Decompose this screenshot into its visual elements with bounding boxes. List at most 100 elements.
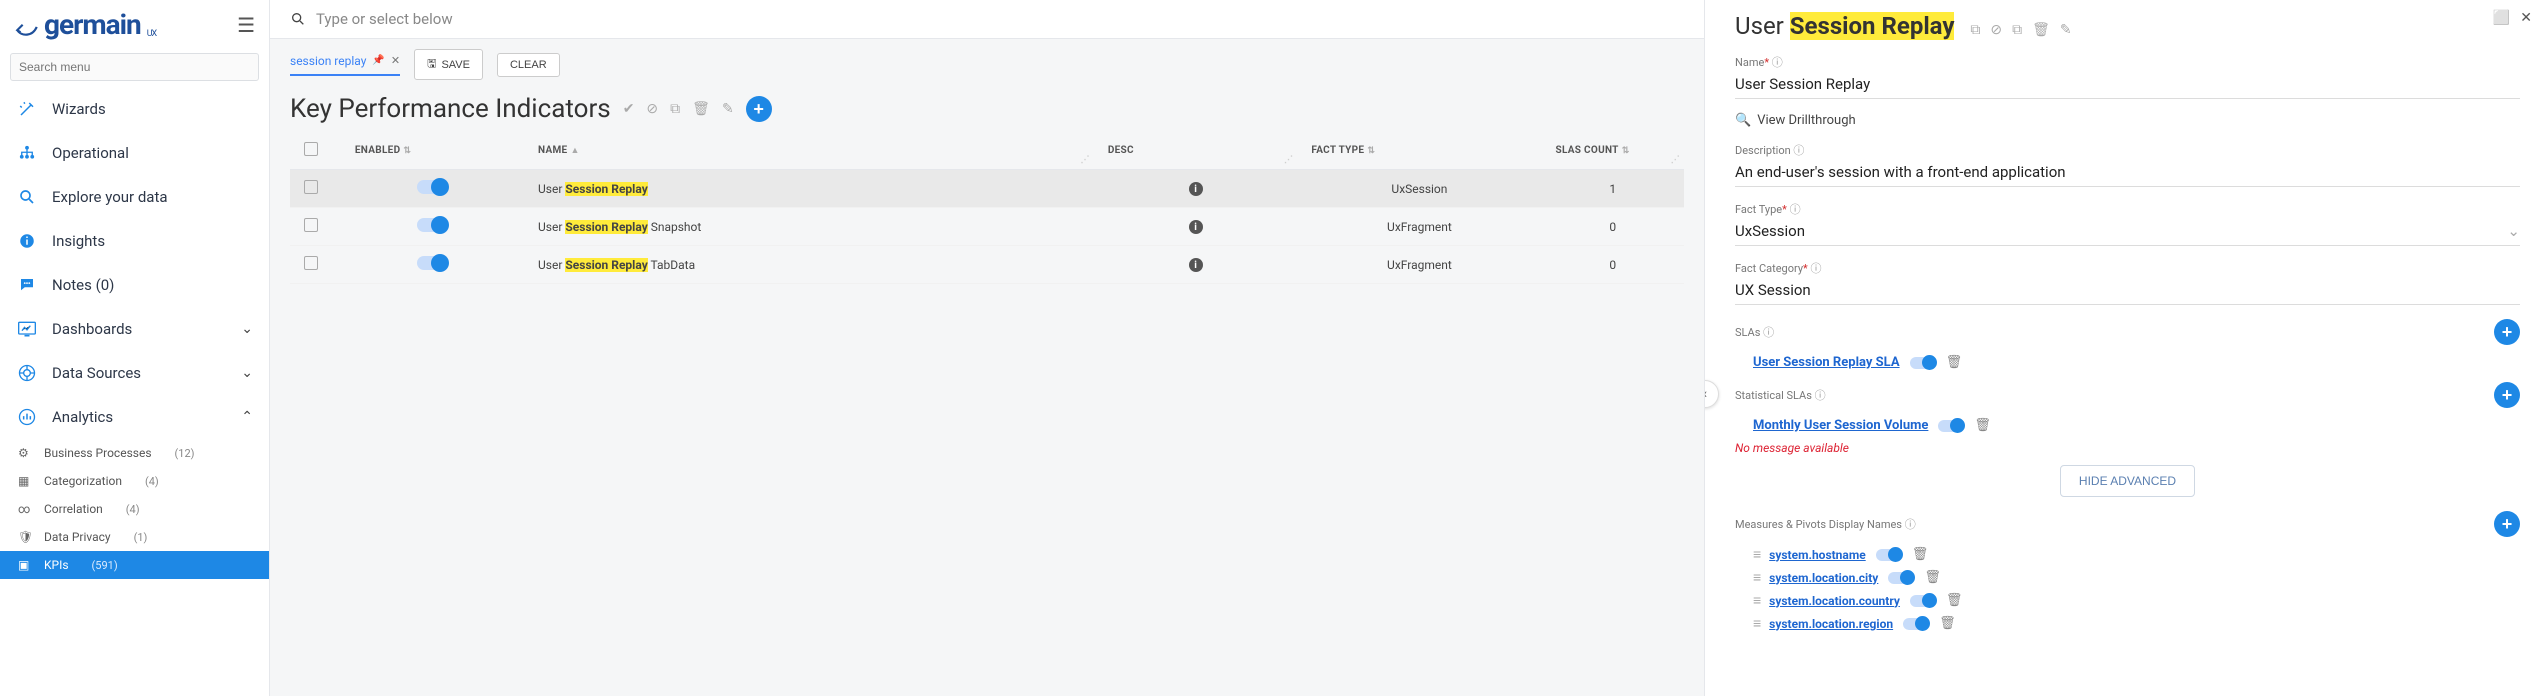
copy-icon[interactable]: ⧉ [1970,22,1980,38]
drag-handle-icon[interactable]: ≡ [1753,615,1759,632]
sidebar-search-input[interactable] [10,53,259,81]
trash-icon[interactable]: 🗑 [1974,418,1991,433]
column-resize-icon[interactable]: ⋰ [1671,155,1680,165]
chevron-down-icon: ⌄ [241,365,253,381]
save-button[interactable]: 🖫SAVE [414,49,483,80]
sidebar-search[interactable] [10,53,259,81]
row-checkbox[interactable] [304,180,318,194]
sort-icon[interactable]: ⇅ [1622,146,1630,156]
field-fact-category: Fact Category* ⓘ UX Session [1735,260,2520,305]
drag-handle-icon[interactable]: ≡ [1753,569,1759,586]
enabled-toggle[interactable] [417,218,447,232]
row-checkbox[interactable] [304,218,318,232]
add-button[interactable]: + [746,96,772,122]
toggle[interactable] [1888,572,1914,584]
help-icon[interactable]: ⓘ [1793,144,1804,157]
clear-button[interactable]: CLEAR [497,53,560,77]
trash-icon[interactable]: 🗑 [1912,547,1929,562]
sla-link[interactable]: User Session Replay SLA [1753,355,1900,370]
add-sla-button[interactable]: + [2494,319,2520,345]
toggle[interactable] [1938,420,1964,432]
close-panel-icon[interactable]: ✕ [2520,10,2532,26]
sort-icon[interactable]: ⇅ [403,146,411,156]
pin-icon[interactable]: 📌 [372,55,384,66]
info-icon[interactable]: i [1189,220,1203,234]
help-icon[interactable]: ⓘ [1772,56,1783,69]
enabled-toggle[interactable] [417,256,447,270]
hide-advanced-button[interactable]: HIDE ADVANCED [2060,465,2195,497]
column-resize-icon[interactable]: ⋰ [1284,155,1293,165]
nav-notes[interactable]: Notes (0) [0,263,269,307]
nav-explore[interactable]: Explore your data [0,175,269,219]
table-row[interactable]: User Session ReplayiUxSession1 [290,170,1684,208]
stat-sla-link[interactable]: Monthly User Session Volume [1753,418,1928,433]
trash-icon[interactable]: 🗑 [1946,593,1963,608]
drag-handle-icon[interactable]: ≡ [1753,592,1759,609]
trash-icon[interactable]: 🗑 [1946,355,1963,370]
subnav-categorization[interactable]: ▦Categorization (4) [0,467,269,495]
menu-toggle-icon[interactable]: ☰ [237,13,255,37]
global-search-row[interactable]: Type or select below [270,0,1704,39]
toggle[interactable] [1876,549,1902,561]
measure-item: ≡ system.location.region 🗑 [1735,612,2520,635]
trash-icon[interactable]: 🗑 [1924,570,1941,585]
trash-icon[interactable]: 🗑 [1939,616,1956,631]
measure-link[interactable]: system.location.city [1769,571,1878,585]
measure-link[interactable]: system.hostname [1769,548,1866,562]
close-icon[interactable]: ✕ [391,54,400,67]
toggle[interactable] [1910,357,1936,369]
toggle[interactable] [1903,618,1929,630]
trash-icon[interactable]: 🗑 [2032,22,2050,38]
info-icon[interactable]: i [1189,182,1203,196]
stat-sla-item: Monthly User Session Volume 🗑 [1735,414,2520,437]
select-all-checkbox[interactable] [304,142,318,156]
edit-icon[interactable]: ✎ [722,101,734,117]
measure-link[interactable]: system.location.region [1769,617,1893,631]
chevron-down-icon[interactable]: ⌄ [2507,222,2520,240]
subnav-data-privacy[interactable]: 🛡Data Privacy (1) [0,523,269,551]
edit-icon[interactable]: ✎ [2060,22,2072,38]
toggle[interactable] [1910,595,1936,607]
collapse-panel-button[interactable]: ‹ [1704,380,1719,408]
datasource-icon [16,362,38,384]
nav-wizards[interactable]: Wizards [0,87,269,131]
row-checkbox[interactable] [304,256,318,270]
help-icon[interactable]: ⓘ [1790,203,1801,216]
sort-asc-icon[interactable]: ▲ [570,146,579,156]
table-row[interactable]: User Session Replay TabDataiUxFragment0 [290,246,1684,284]
nav-insights[interactable]: Insights [0,219,269,263]
measure-link[interactable]: system.location.country [1769,594,1900,608]
kpi-table: ENABLED⇅ NAME▲⋰ DESC⋰ FACT TYPE⇅ SLAS CO… [290,132,1684,284]
add-stat-sla-button[interactable]: + [2494,382,2520,408]
nav-datasources[interactable]: Data Sources ⌄ [0,351,269,395]
subnav-business-processes[interactable]: ⚙Business Processes (12) [0,439,269,467]
help-icon[interactable]: ⓘ [1815,389,1826,402]
duplicate-icon[interactable]: ⧉ [2012,22,2022,38]
chevron-down-icon: ⌄ [241,321,253,337]
forbid-icon[interactable]: ⊘ [1990,22,2002,38]
maximize-icon[interactable]: ⬜ [2493,10,2510,26]
nav-dashboards[interactable]: Dashboards ⌄ [0,307,269,351]
copy-icon[interactable]: ⧉ [670,101,680,117]
drag-handle-icon[interactable]: ≡ [1753,546,1759,563]
subnav-kpis[interactable]: ▣KPIs (591) [0,551,269,579]
help-icon[interactable]: ⓘ [1905,518,1916,531]
help-icon[interactable]: ⓘ [1811,262,1822,275]
view-drillthrough-link[interactable]: 🔍View Drillthrough [1735,113,2520,128]
filter-chip[interactable]: session replay 📌 ✕ [290,54,400,76]
table-row[interactable]: User Session Replay SnapshotiUxFragment0 [290,208,1684,246]
sort-icon[interactable]: ⇅ [1367,146,1375,156]
help-icon[interactable]: ⓘ [1763,326,1774,339]
chevron-up-icon: ⌃ [241,409,253,425]
nav-operational[interactable]: Operational [0,131,269,175]
info-icon[interactable]: i [1189,258,1203,272]
forbid-icon[interactable]: ⊘ [646,101,658,117]
column-resize-icon[interactable]: ⋰ [1081,155,1090,165]
trash-icon[interactable]: 🗑 [692,101,710,117]
enabled-toggle[interactable] [417,180,447,194]
approve-icon[interactable]: ✔ [623,101,635,117]
subnav-correlation[interactable]: ∞Correlation (4) [0,495,269,523]
nav-analytics[interactable]: Analytics ⌃ [0,395,269,439]
row-fact-type: UxFragment [1297,246,1541,284]
add-measure-button[interactable]: + [2494,511,2520,537]
